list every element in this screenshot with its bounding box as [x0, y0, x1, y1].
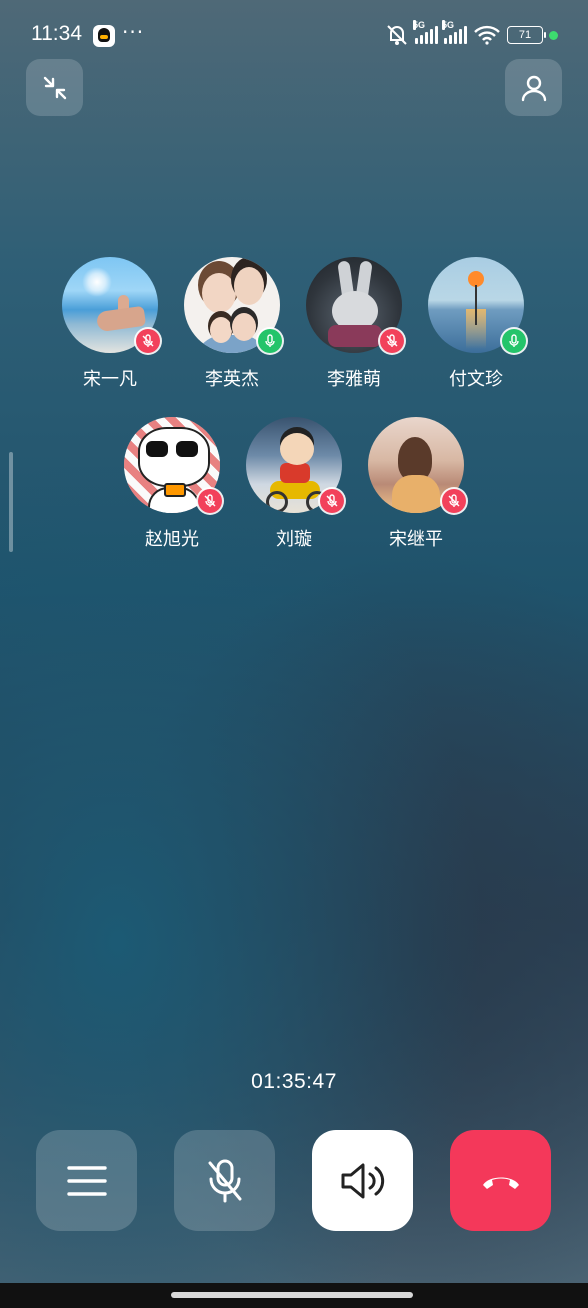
menu-button[interactable] [36, 1130, 137, 1231]
person-icon [521, 75, 546, 101]
mic-muted-icon [198, 489, 222, 513]
hang-up-button[interactable] [450, 1130, 551, 1231]
minimize-arrows-icon [43, 76, 66, 99]
participants-row: 赵旭光 刘璇 宋继平 [124, 417, 466, 550]
participant-name: 赵旭光 [145, 529, 199, 550]
wifi-icon [474, 25, 500, 45]
system-icons: 5G 5G 71 [385, 20, 558, 46]
status-bar: 11:34 ··· 5G 5G 71 [0, 0, 588, 70]
participant-name: 宋一凡 [83, 369, 137, 390]
call-duration: 01:35:47 [251, 1070, 337, 1093]
participant-tile[interactable]: 刘璇 [246, 417, 344, 550]
edge-handle[interactable] [9, 452, 13, 552]
minimize-call-button[interactable] [26, 59, 83, 116]
menu-icon [66, 1165, 107, 1196]
mic-muted-icon [442, 489, 466, 513]
privacy-indicator-dot [549, 30, 558, 40]
speaker-button[interactable] [312, 1130, 413, 1231]
mic-muted-icon [320, 489, 344, 513]
participant-tile[interactable]: 宋一凡 [62, 257, 160, 390]
participant-tile[interactable]: 付文珍 [428, 257, 526, 390]
mic-active-icon [258, 329, 282, 353]
participant-tile[interactable]: 李雅萌 [306, 257, 404, 390]
participant-tile[interactable]: 李英杰 [184, 257, 282, 390]
cell-signal-2-icon: 5G [442, 20, 467, 44]
participant-name: 付文珍 [449, 369, 503, 390]
add-participant-button[interactable] [505, 59, 562, 116]
battery-icon: 71 [507, 26, 546, 44]
home-indicator[interactable] [171, 1292, 413, 1298]
mute-bell-icon [387, 25, 407, 45]
participant-name: 李雅萌 [327, 369, 381, 390]
participant-name: 刘璇 [276, 529, 312, 550]
participant-name: 李英杰 [205, 369, 259, 390]
mic-off-icon [208, 1159, 241, 1202]
mute-button[interactable] [174, 1130, 275, 1231]
status-time: 11:34 [31, 22, 82, 45]
mic-muted-icon [136, 329, 160, 353]
participant-tile[interactable]: 赵旭光 [124, 417, 222, 550]
mic-active-icon [502, 329, 526, 353]
cell-signal-1-icon: 5G [413, 20, 438, 44]
participant-name: 宋继平 [389, 529, 443, 550]
speaker-icon [341, 1163, 384, 1198]
mic-muted-icon [380, 329, 404, 353]
hang-up-icon [482, 1177, 519, 1189]
qq-notification-icon [93, 25, 115, 47]
participants-row: 宋一凡 李英杰 李雅萌 付文珍 [62, 257, 526, 390]
more-notifications-icon: ··· [122, 20, 145, 44]
participant-tile[interactable]: 宋继平 [368, 417, 466, 550]
